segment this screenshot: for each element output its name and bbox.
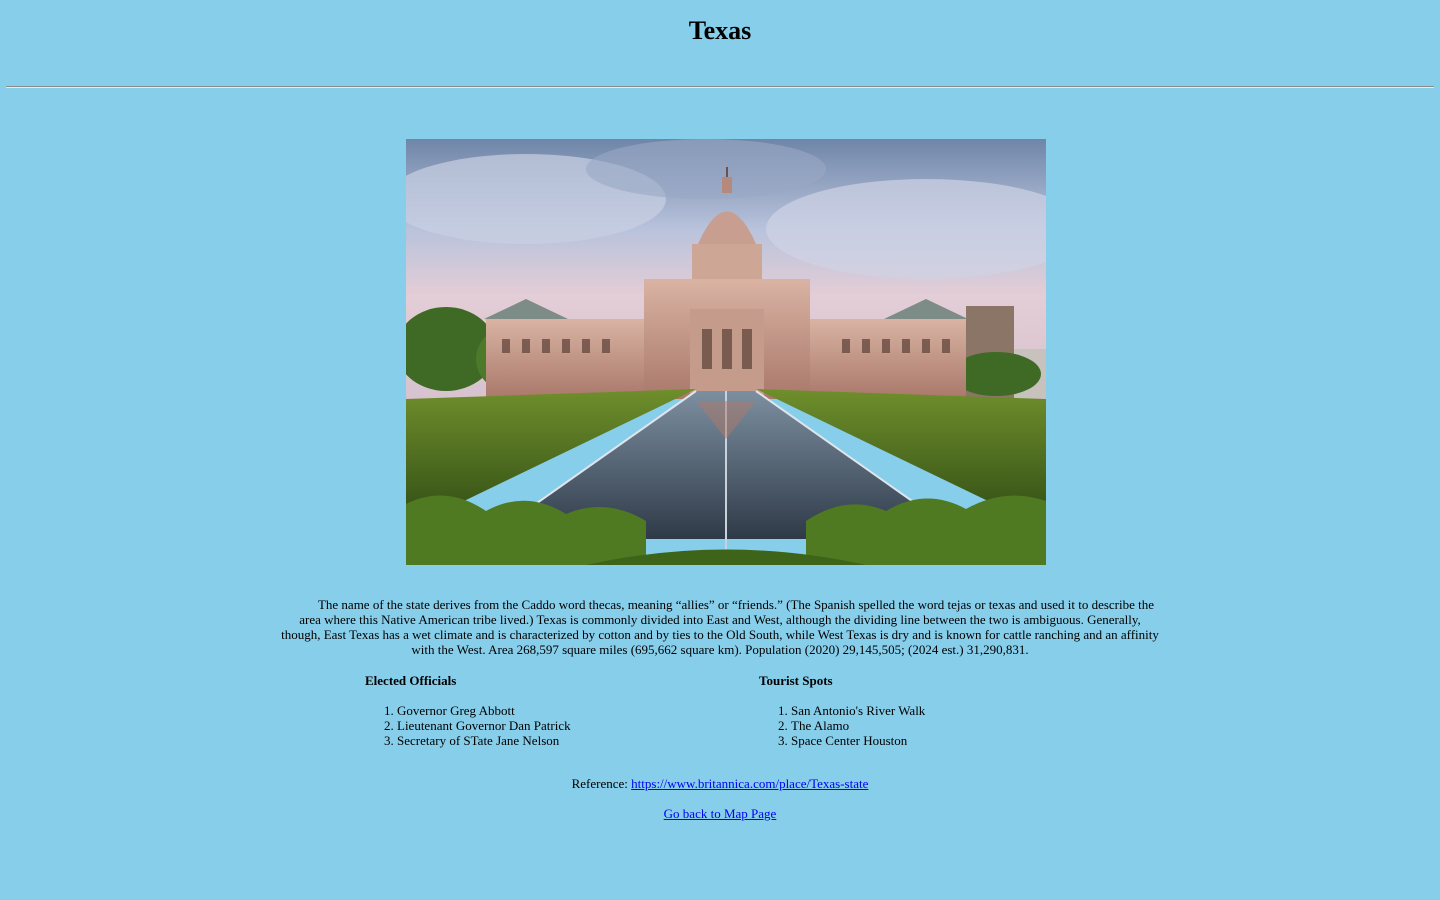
hero-image [406,139,1046,565]
elected-officials-section: Elected Officials Governor Greg Abbott L… [365,673,571,748]
list-item: The Alamo [791,718,925,733]
list-item: San Antonio's River Walk [791,703,925,718]
elected-officials-heading: Elected Officials [365,673,457,688]
tourist-spots-section: Tourist Spots San Antonio's River Walk T… [759,673,925,748]
reference-line: Reference: https://www.britannica.com/pl… [0,776,1440,791]
back-link-line: Go back to Map Page [0,806,1440,821]
intro-text: The name of the state derives from the C… [281,597,1159,657]
page-title: Texas [688,16,752,45]
tourist-spots-list: San Antonio's River Walk The Alamo Space… [759,703,925,748]
intro-paragraph: The name of the state derives from the C… [280,597,1160,657]
back-to-map-link[interactable]: Go back to Map Page [664,806,777,821]
list-item: Governor Greg Abbott [397,703,571,718]
list-item: Secretary of STate Jane Nelson [397,733,571,748]
list-item: Lieutenant Governor Dan Patrick [397,718,571,733]
elected-officials-list: Governor Greg Abbott Lieutenant Governor… [365,703,571,748]
reference-link[interactable]: https://www.britannica.com/place/Texas-s… [631,776,868,791]
horizontal-rule [6,86,1434,88]
reference-label: Reference: [571,776,628,791]
list-item: Space Center Houston [791,733,925,748]
tourist-spots-heading: Tourist Spots [759,673,833,688]
